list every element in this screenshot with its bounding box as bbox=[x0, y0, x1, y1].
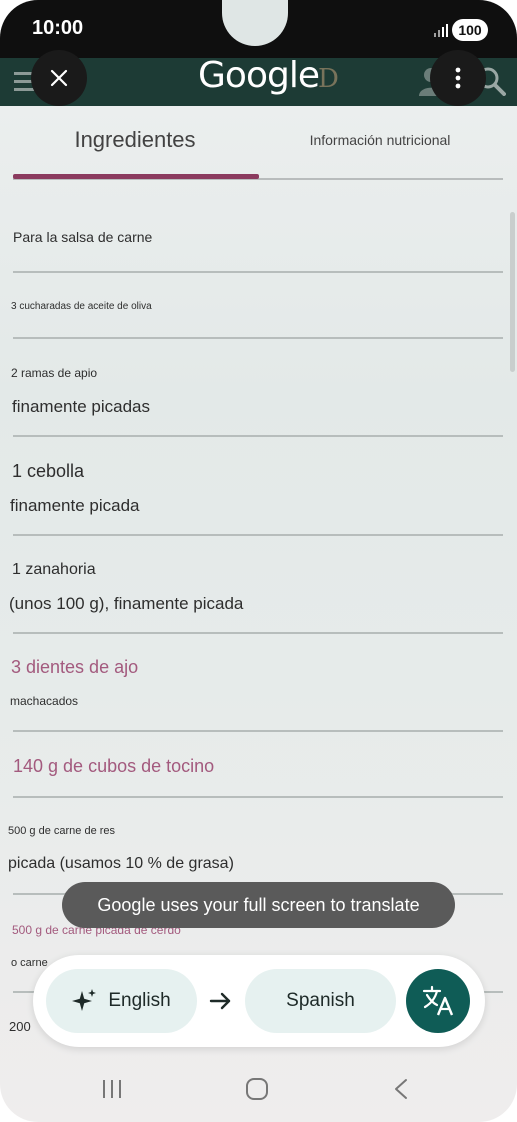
list-item: 1 zanahoria bbox=[12, 561, 96, 578]
more-options-button[interactable] bbox=[430, 50, 486, 106]
list-item-detail: picada (usamos 10 % de grasa) bbox=[8, 855, 234, 872]
divider bbox=[13, 337, 503, 339]
scrollbar[interactable] bbox=[510, 212, 515, 372]
translate-button[interactable] bbox=[406, 969, 470, 1033]
battery-badge: 100 bbox=[452, 19, 488, 41]
source-language-label: English bbox=[108, 990, 171, 1011]
divider bbox=[13, 796, 503, 798]
navigation-bar bbox=[0, 1062, 517, 1122]
sparkle-icon bbox=[72, 989, 97, 1011]
list-item: 500 g de carne de res bbox=[8, 825, 116, 837]
list-item: 2 ramas de apio bbox=[11, 366, 98, 380]
tab-informacion-nutricional[interactable]: Información nutricional bbox=[260, 132, 500, 148]
list-item[interactable]: 3 dientes de ajo bbox=[11, 657, 138, 678]
divider bbox=[13, 534, 503, 536]
target-language-button[interactable]: Spanish bbox=[245, 969, 396, 1033]
arrow-right-icon bbox=[209, 992, 231, 1010]
list-item-detail: finamente picadas bbox=[12, 397, 150, 416]
list-item-detail: (unos 100 g), finamente picada bbox=[9, 594, 244, 613]
divider bbox=[13, 271, 503, 273]
list-item: 3 cucharadas de aceite de oliva bbox=[11, 301, 152, 312]
divider bbox=[13, 730, 503, 732]
list-item: 200 bbox=[9, 1019, 31, 1034]
list-item[interactable]: 140 g de cubos de tocino bbox=[13, 756, 214, 777]
recent-apps-icon[interactable] bbox=[101, 1078, 123, 1100]
signal-icon bbox=[434, 24, 448, 37]
home-icon[interactable] bbox=[245, 1077, 269, 1101]
divider bbox=[13, 632, 503, 634]
tab-ingredientes[interactable]: Ingredientes bbox=[15, 127, 255, 153]
divider bbox=[13, 435, 503, 437]
back-icon[interactable] bbox=[393, 1078, 409, 1100]
translate-icon bbox=[422, 985, 454, 1016]
list-item-detail: finamente picada bbox=[10, 496, 140, 515]
source-language-button[interactable]: English bbox=[46, 969, 197, 1033]
list-item-detail: o carne bbox=[11, 957, 48, 969]
translate-toast: Google uses your full screen to translat… bbox=[62, 882, 455, 928]
more-vert-icon bbox=[455, 67, 461, 89]
phone-screen: 10:00 100 D Google Ingredientes Informac… bbox=[0, 0, 517, 1122]
list-item: Para la salsa de carne bbox=[13, 229, 153, 245]
active-tab-indicator bbox=[13, 174, 259, 179]
list-item-detail: machacados bbox=[10, 694, 79, 708]
status-time: 10:00 bbox=[32, 17, 84, 39]
target-language-label: Spanish bbox=[286, 990, 355, 1011]
list-item: 1 cebolla bbox=[12, 461, 85, 481]
